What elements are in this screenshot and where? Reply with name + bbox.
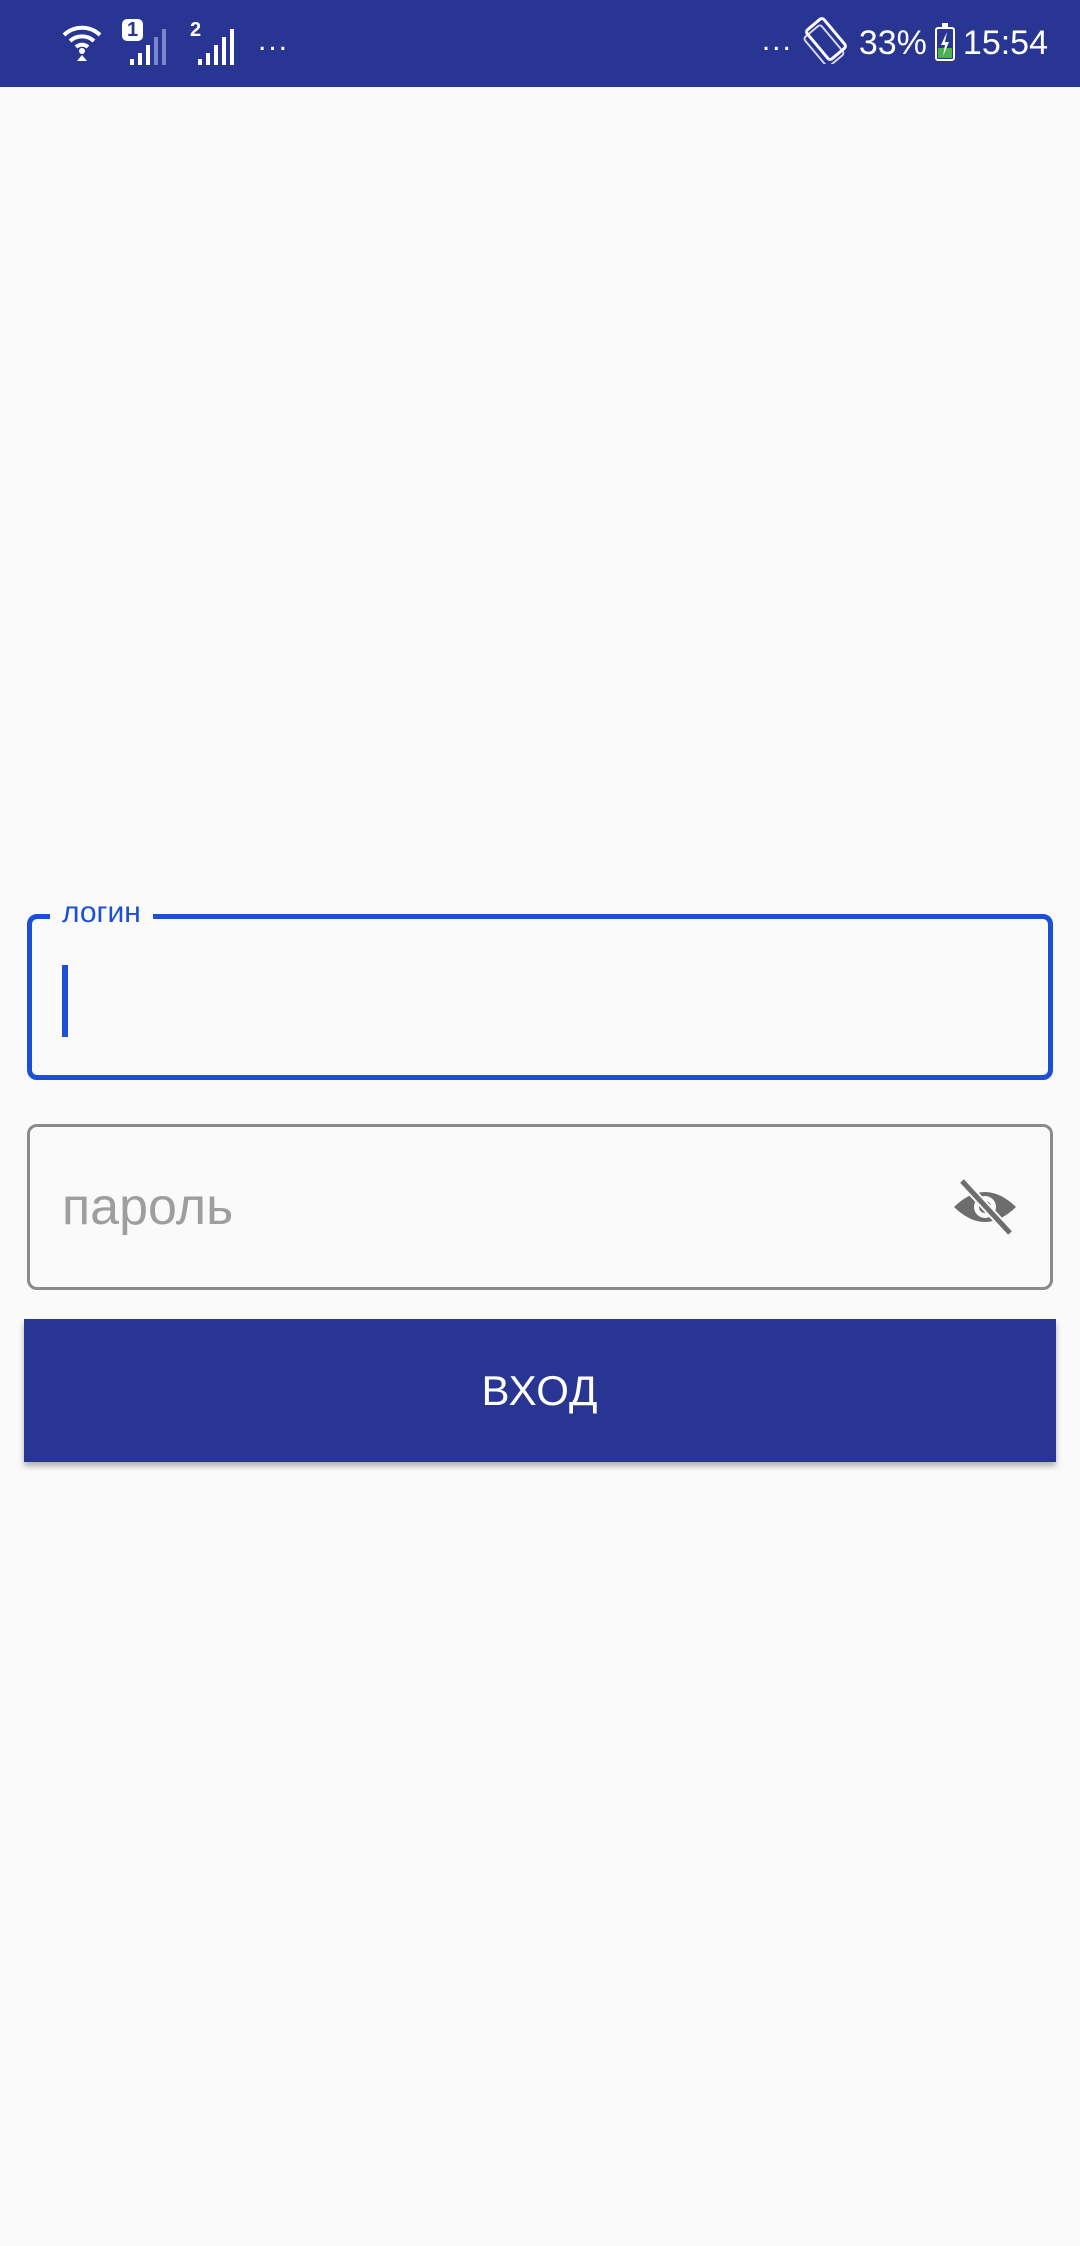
battery-charging-icon [934,22,955,61]
status-bar: 1 2 ... ... 33% 15:54 [0,0,1080,87]
login-field-label: логин [50,893,153,933]
text-cursor [62,965,68,1037]
status-bar-right: ... 33% 15:54 [762,0,1048,87]
signal-sim2-icon: 2 [190,19,240,69]
eye-off-icon[interactable] [950,1177,1020,1237]
status-bar-left: 1 2 ... [60,0,289,87]
password-placeholder: пароль [62,1178,234,1236]
signal-sim1-icon: 1 [122,18,172,69]
password-field[interactable]: пароль [27,1124,1053,1290]
login-submit-button[interactable]: ВХОД [24,1319,1056,1462]
sim2-label: 2 [190,18,202,41]
auto-rotate-icon [801,14,851,73]
login-field[interactable]: логин [27,893,1053,1080]
sim1-label: 1 [122,18,144,41]
wifi-icon [60,19,104,68]
battery-percent: 33% [858,24,927,62]
clock: 15:54 [962,24,1048,62]
notification-overflow: ... [258,23,290,57]
status-overflow: ... [761,23,793,57]
